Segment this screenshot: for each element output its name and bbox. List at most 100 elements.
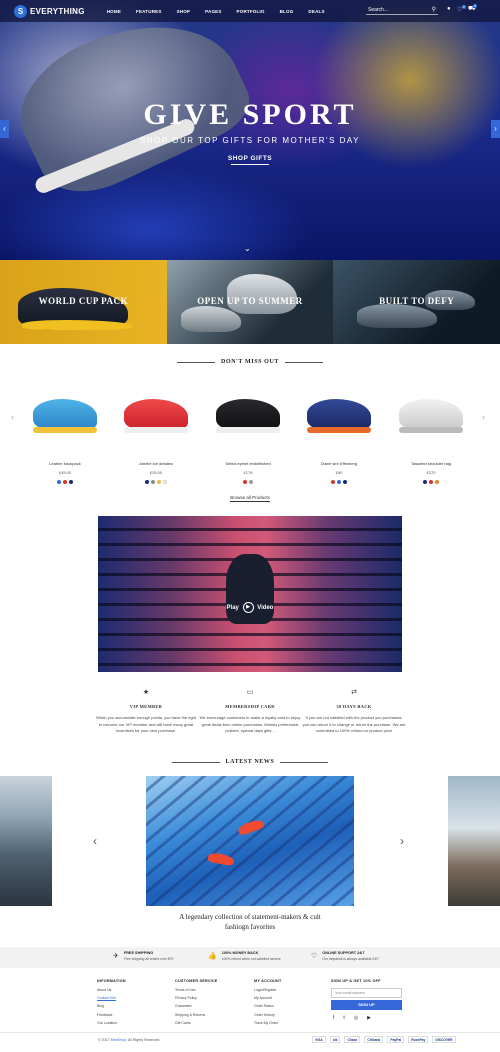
logo-badge: S — [14, 4, 27, 18]
service-description: Free shipping all orders over $79 — [123, 957, 174, 961]
news-prev-chevron-icon[interactable]: ‹ — [93, 834, 97, 848]
feature-30-days-back: ⇄ 30 DAYS BACK If you are not satisfied … — [302, 688, 406, 735]
service-description: 100% refund when not satisfied service — [221, 957, 281, 961]
product-name[interactable]: Leather backpack — [27, 461, 103, 466]
news-image-next[interactable] — [448, 776, 500, 906]
product-card[interactable]: Tasseled shoulder bag £270 — [393, 385, 469, 484]
news-next-chevron-icon[interactable]: › — [400, 834, 404, 848]
return-icon: ⇄ — [351, 689, 357, 696]
product-card[interactable]: Amelie Ice detailes £25.00 — [118, 385, 194, 484]
product-card[interactable]: Leather backpack £45.00 — [27, 385, 103, 484]
footer-heading: MY ACCOUNT — [254, 979, 282, 983]
banner-open-up-summer[interactable]: OPEN UP TO SUMMER — [166, 260, 334, 344]
instagram-icon[interactable]: ◎ — [354, 1015, 358, 1021]
product-image[interactable] — [301, 385, 377, 445]
footer-information: INFORMATION About Us Contact Info Blog F… — [97, 979, 126, 1029]
product-image[interactable] — [393, 385, 469, 445]
color-swatch[interactable] — [151, 480, 155, 484]
wishlist-heart-icon[interactable]: ♡ 0 — [457, 4, 466, 13]
search-icon[interactable]: ⚲ — [432, 6, 436, 13]
footer-link-contact[interactable]: Contact Info — [97, 996, 126, 1000]
product-price: £175 — [243, 470, 253, 475]
color-swatch[interactable] — [343, 480, 347, 484]
product-name[interactable]: Tasseled shoulder bag — [393, 461, 469, 466]
footer-link-gift-cards[interactable]: Gift Cards — [175, 1021, 218, 1025]
color-swatch[interactable] — [243, 480, 247, 484]
color-swatch[interactable] — [337, 480, 341, 484]
color-swatch[interactable] — [249, 480, 253, 484]
scroll-down-chevron-icon[interactable]: ⌄ — [244, 244, 251, 253]
products-prev-chevron-icon[interactable]: ‹ — [11, 412, 14, 422]
sign-up-button[interactable]: SIGN UP — [331, 1000, 402, 1010]
footer-link-location[interactable]: Our Location — [97, 1021, 126, 1025]
color-swatch[interactable] — [63, 480, 67, 484]
youtube-icon[interactable]: ▶ — [367, 1015, 371, 1021]
plane-icon: ✈ — [113, 953, 119, 960]
product-name[interactable]: Selina eyelet embellished — [210, 461, 286, 466]
color-swatch[interactable] — [145, 480, 149, 484]
logo[interactable]: S EVERYTHING — [14, 4, 85, 18]
search-input[interactable]: Search... ⚲ — [366, 6, 438, 15]
color-swatch[interactable] — [163, 480, 167, 484]
footer-link-terms[interactable]: Terms of Use — [175, 988, 218, 992]
play-video-button[interactable]: Play ▶ Video — [98, 602, 402, 613]
product-card[interactable]: Diane sire Effenberg £80 — [301, 385, 377, 484]
footer-link-order-history[interactable]: Order History — [254, 1013, 282, 1017]
product-card[interactable]: Selina eyelet embellished £175 — [210, 385, 286, 484]
slider-next-arrow-icon[interactable]: › — [491, 120, 500, 138]
footer-link-about[interactable]: About Us — [97, 988, 126, 992]
play-icon[interactable]: ▶ — [242, 602, 254, 613]
color-swatch[interactable] — [69, 480, 73, 484]
copyright-brand-link[interactable]: MeaShop — [111, 1038, 126, 1042]
color-swatch[interactable] — [429, 480, 433, 484]
footer-link-account[interactable]: My Account — [254, 996, 282, 1000]
nav-blog[interactable]: BLOG — [280, 9, 294, 14]
news-image-main[interactable] — [146, 776, 354, 906]
browse-all-products-link[interactable]: Browse all Products — [230, 495, 270, 502]
news-image-prev[interactable] — [0, 776, 52, 906]
product-image[interactable] — [118, 385, 194, 445]
nav-shop[interactable]: SHOP — [177, 9, 191, 14]
color-swatch[interactable] — [57, 480, 61, 484]
video-label: Video — [257, 605, 274, 612]
color-swatch[interactable] — [423, 480, 427, 484]
twitter-icon[interactable]: t — [343, 1015, 344, 1021]
video-banner[interactable]: Play ▶ Video — [98, 516, 402, 672]
discover-icon: DISCOVER — [432, 1036, 456, 1043]
shop-gifts-button[interactable]: SHOP GIFTS — [223, 152, 277, 166]
footer-link-order-status[interactable]: Order Status — [254, 1004, 282, 1008]
logo-text: EVERYTHING — [30, 6, 85, 16]
news-caption[interactable]: A legendary collection of statement-make… — [170, 912, 330, 932]
footer-link-guarantee[interactable]: Guarantee — [175, 1004, 218, 1008]
slider-prev-arrow-icon[interactable]: ‹ — [0, 120, 9, 138]
newsletter-email-input[interactable]: Your email address — [331, 988, 402, 998]
facebook-icon[interactable]: f — [333, 1015, 334, 1021]
user-icon[interactable]: ● — [447, 6, 451, 12]
footer-link-login[interactable]: Login/Register — [254, 988, 282, 992]
feature-membership-card: ▭ MEMBERSHIP CARD We encourage customers… — [198, 688, 302, 735]
footer-link-feedback[interactable]: Feedback — [97, 1013, 126, 1017]
banner-built-to-defy[interactable]: BUILT TO DEFY — [333, 260, 500, 344]
nav-deals[interactable]: DEALS — [308, 9, 324, 14]
color-swatches — [27, 480, 103, 484]
nav-features[interactable]: FEATURES — [136, 9, 162, 14]
main-nav: HOME FEATURES SHOP PAGES PORTFOLIO BLOG … — [107, 9, 340, 14]
footer-link-blog[interactable]: Blog — [97, 1004, 126, 1008]
color-swatch[interactable] — [435, 480, 439, 484]
color-swatch[interactable] — [157, 480, 161, 484]
footer-link-track-order[interactable]: Track My Order — [254, 1021, 282, 1025]
product-name[interactable]: Diane sire Effenberg — [301, 461, 377, 466]
product-image[interactable] — [27, 385, 103, 445]
product-image[interactable] — [210, 385, 286, 445]
divider — [285, 362, 323, 363]
nav-portfolio[interactable]: PORTFOLIO — [237, 9, 265, 14]
products-next-chevron-icon[interactable]: › — [482, 412, 485, 422]
cart-icon[interactable]: ⛟ 0 — [468, 4, 477, 13]
footer-link-privacy[interactable]: Privacy Policy — [175, 996, 218, 1000]
footer-link-shipping[interactable]: Shipping & Returns — [175, 1013, 218, 1017]
banner-world-cup[interactable]: WORLD CUP PACK — [0, 260, 167, 344]
product-name[interactable]: Amelie Ice detailes — [118, 461, 194, 466]
color-swatch[interactable] — [331, 480, 335, 484]
nav-home[interactable]: HOME — [107, 9, 121, 14]
nav-pages[interactable]: PAGES — [205, 9, 221, 14]
